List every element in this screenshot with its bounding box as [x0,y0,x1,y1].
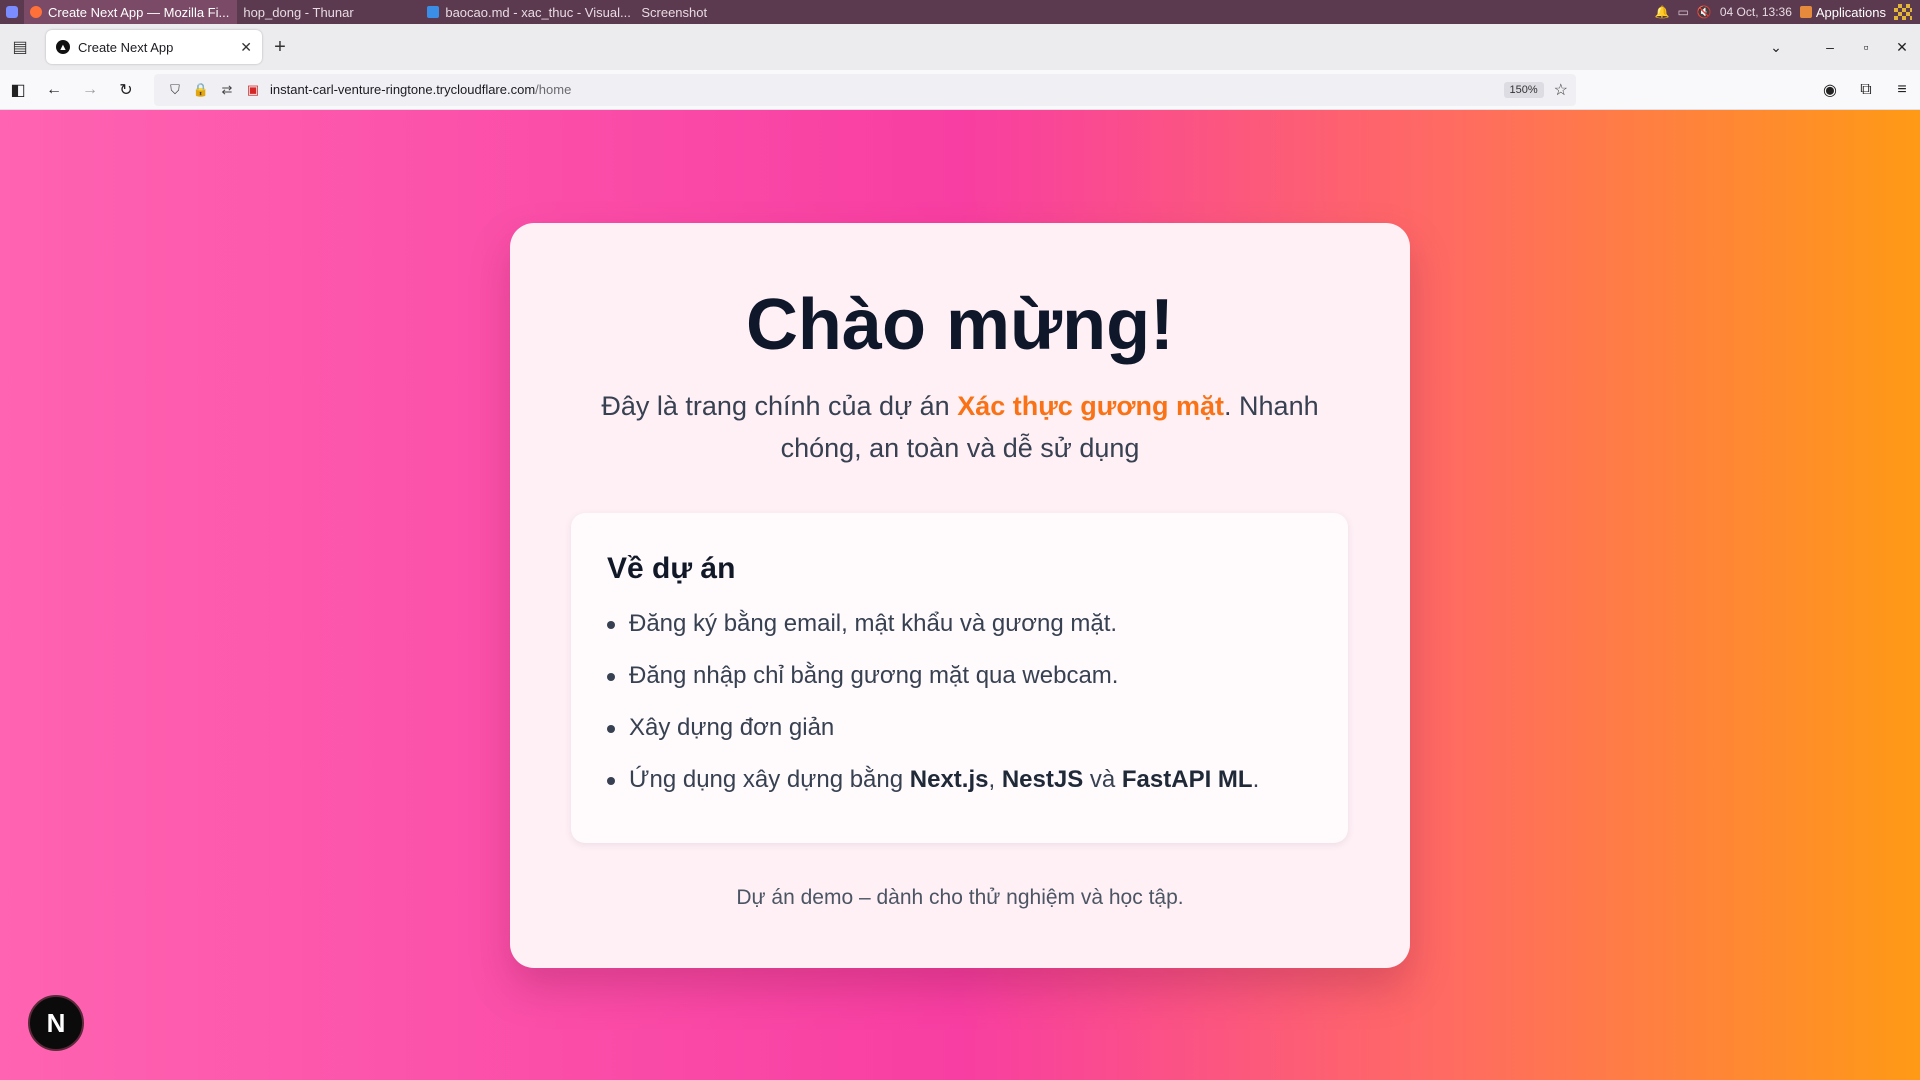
task-label: hop_dong - Thunar [243,4,354,20]
subtitle-text: Đây là trang chính của dự án [601,391,958,421]
task-thunar[interactable]: hop_dong - Thunar [237,0,421,24]
list-item: Đăng nhập chỉ bằng gương mặt qua webcam. [607,661,1312,691]
app-menu-icon[interactable]: ≡ [1884,81,1920,99]
vscode-icon [427,6,440,18]
task-vscode[interactable]: baocao.md - xac_thuc - Visual... [421,0,635,24]
task-label: Create Next App — Mozilla Fi... [48,4,230,20]
tech-fastapi: FastAPI ML [1121,766,1253,793]
applications-label: Applications [1815,4,1886,20]
back-button-icon[interactable]: ← [36,74,72,106]
tab-create-next-app[interactable]: ▲ Create Next App ✕ [46,30,262,64]
footer-note: Dự án demo – dành cho thử nghiệm và học … [736,886,1184,909]
workspace-icon[interactable] [1894,4,1912,20]
tab-title: Create Next App [78,39,174,55]
about-title: Về dự án [607,552,736,585]
tech-nestjs: NestJS [1001,766,1084,793]
nextjs-logo-icon: N [46,1007,66,1038]
firefox-view-icon[interactable]: ▤ [0,24,40,70]
sidebar-toggle-icon[interactable]: ◧ [0,74,36,106]
menu-icon [6,6,18,18]
tech-nextjs: Next.js [909,766,989,793]
task-label: baocao.md - xac_thuc - Visual... [445,4,631,20]
page-viewport: Chào mừng! Đây là trang chính của dự án … [0,110,1920,1080]
new-tab-button[interactable]: + [262,30,298,64]
close-tab-icon[interactable]: ✕ [240,39,252,56]
page-subtitle: Đây là trang chính của dự án Xác thực gư… [580,385,1340,469]
page-title: Chào mừng! [745,285,1175,365]
close-window-icon[interactable]: ✕ [1884,39,1920,56]
maximize-window-icon[interactable]: ▫ [1848,39,1884,55]
nextjs-dev-tools-button[interactable]: N [28,995,84,1051]
lock-icon[interactable]: 🔒 [188,82,214,98]
nextjs-favicon-icon: ▲ [56,40,70,54]
applications-menu[interactable]: Applications [1799,4,1886,20]
url-text[interactable]: instant-carl-venture-ringtone.trycloudfl… [270,82,1504,97]
reload-button-icon[interactable]: ↻ [108,74,144,106]
tech-suffix: . [1252,766,1260,793]
browser-navbar: ◧ ← → ↻ ⛉ 🔒 ⇄ ▣ instant-carl-venture-rin… [0,70,1920,110]
tech-prefix: Ứng dụng xây dựng bằng [629,766,910,793]
project-name-highlight: Xác thực gương mặt [957,391,1225,421]
list-all-tabs-icon[interactable]: ⌄ [1758,39,1794,56]
forward-button-icon[interactable]: → [72,74,108,106]
url-bar[interactable]: ⛉ 🔒 ⇄ ▣ instant-carl-venture-ringtone.tr… [154,73,1576,106]
url-host: instant-carl-venture-ringtone.trycloudfl… [270,82,536,97]
task-firefox[interactable]: Create Next App — Mozilla Fi... [24,0,238,24]
applications-icon [1799,6,1812,18]
welcome-card: Chào mừng! Đây là trang chính của dự án … [510,223,1410,968]
firefox-icon [30,6,42,18]
task-label: Screenshot [641,4,708,20]
app-menu-button[interactable] [0,0,24,24]
tracking-protection-icon[interactable]: ⛉ [162,82,188,98]
zoom-level[interactable]: 150% [1503,81,1544,98]
about-section: Về dự án Đăng ký bằng email, mật khẩu và… [571,513,1348,843]
tech-separator: , [988,766,1002,793]
list-item: Đăng ký bằng email, mật khẩu và gương mặ… [607,609,1312,639]
browser-tabstrip: ▤ ▲ Create Next App ✕ + ⌄ – ▫ ✕ [0,24,1920,70]
clock[interactable]: 04 Oct, 13:36 [1720,5,1792,19]
account-icon[interactable]: ◉ [1812,80,1848,100]
os-taskbar: Create Next App — Mozilla Fi... hop_dong… [0,0,1920,24]
list-item: Xây dựng đơn giản [607,713,1312,743]
camera-blocked-icon[interactable]: ▣ [240,82,266,98]
list-item-tech-stack: Ứng dụng xây dựng bằng Next.js, NestJS v… [607,765,1312,795]
tech-and: và [1083,766,1122,793]
extensions-icon[interactable]: ⧉ [1848,81,1884,99]
minimize-window-icon[interactable]: – [1812,39,1848,55]
task-screenshot[interactable]: Screenshot [635,0,715,24]
permissions-icon[interactable]: ⇄ [214,82,240,98]
volume-muted-icon[interactable]: 🔇 [1697,5,1712,19]
feature-list: Đăng ký bằng email, mật khẩu và gương mặ… [607,609,1312,795]
bookmark-star-icon[interactable]: ☆ [1554,80,1568,100]
notification-bell-icon[interactable]: 🔔 [1655,5,1670,19]
url-path: /home [535,82,572,97]
battery-icon[interactable]: ▭ [1678,5,1689,19]
